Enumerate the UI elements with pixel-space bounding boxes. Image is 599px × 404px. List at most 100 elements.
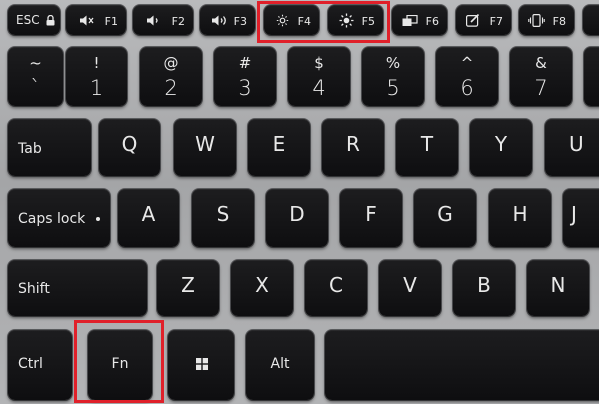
brightness-up-icon	[339, 13, 354, 28]
key-3-shift-label: #	[238, 54, 252, 72]
key-j-label: J	[571, 202, 577, 226]
key-caps-lock-label: Caps lock	[18, 211, 86, 227]
key-5-label: 5	[386, 76, 400, 100]
caps-lock-indicator-icon	[96, 217, 100, 221]
key-shift[interactable]: Shift	[8, 260, 147, 316]
key-t[interactable]: T	[396, 119, 458, 176]
windows-logo-icon	[196, 358, 208, 370]
key-ctrl[interactable]: Ctrl	[8, 330, 72, 400]
key-q-label: Q	[121, 132, 138, 156]
key-f5[interactable]: F5	[328, 5, 383, 35]
key-1-shift-label: !	[93, 54, 100, 72]
key-g-label: G	[437, 202, 453, 226]
key-f1-label: F1	[104, 15, 118, 28]
key-f6[interactable]: F6	[392, 5, 447, 35]
display-switch-icon	[402, 15, 418, 26]
key-1[interactable]: ! 1	[66, 47, 127, 106]
key-2[interactable]: @ 2	[140, 47, 202, 106]
key-z-label: Z	[181, 273, 195, 297]
key-f2[interactable]: F2	[133, 5, 193, 35]
key-w[interactable]: W	[174, 119, 236, 176]
key-f3-label: F3	[233, 15, 247, 28]
key-s[interactable]: S	[192, 189, 254, 247]
key-1-label: 1	[89, 76, 104, 100]
screen-edit-icon	[466, 14, 480, 27]
key-c[interactable]: C	[305, 260, 367, 316]
key-tilde-shift-label: ~	[29, 54, 42, 72]
key-4[interactable]: $ 4	[288, 47, 350, 106]
key-a-label: A	[141, 202, 156, 226]
key-3[interactable]: # 3	[214, 47, 276, 106]
key-f7[interactable]: F7	[456, 5, 511, 35]
key-d[interactable]: D	[266, 189, 328, 247]
key-esc[interactable]: ESC	[8, 5, 60, 35]
key-x[interactable]: X	[231, 260, 293, 316]
key-x-label: X	[255, 273, 269, 297]
key-6-shift-label: ^	[460, 54, 474, 72]
key-r[interactable]: R	[322, 119, 384, 176]
key-e[interactable]: E	[248, 119, 310, 176]
key-a[interactable]: A	[118, 189, 179, 247]
key-ctrl-label: Ctrl	[18, 356, 43, 372]
key-f7-label: F7	[489, 15, 503, 28]
key-tilde[interactable]: ~ `	[8, 47, 63, 106]
key-shift-label: Shift	[18, 281, 50, 297]
key-5[interactable]: % 5	[362, 47, 424, 106]
key-h-label: H	[512, 202, 528, 226]
key-alt[interactable]: Alt	[246, 330, 314, 400]
key-f[interactable]: F	[340, 189, 402, 247]
phone-vibrate-icon	[528, 14, 545, 27]
laptop-keyboard: ESC F1 F2 F3 F4 F5 F6 F7 F8 ~ ` ! 1 @ 2 …	[0, 0, 599, 404]
key-5-shift-label: %	[385, 54, 401, 72]
key-f9-partial[interactable]	[583, 5, 599, 35]
key-alt-label: Alt	[270, 356, 290, 372]
key-y[interactable]: Y	[470, 119, 532, 176]
key-windows[interactable]	[168, 330, 234, 400]
key-8-partial[interactable]	[584, 47, 599, 106]
key-n[interactable]: N	[527, 260, 589, 316]
brightness-down-icon	[276, 14, 289, 27]
key-h[interactable]: H	[489, 189, 551, 247]
key-f8-label: F8	[552, 15, 566, 28]
key-tab-label: Tab	[18, 141, 42, 157]
key-4-label: 4	[312, 76, 326, 100]
key-7[interactable]: & 7	[510, 47, 572, 106]
key-7-label: 7	[534, 76, 548, 100]
key-u[interactable]: U	[545, 119, 599, 176]
key-r-label: R	[346, 132, 360, 156]
key-v[interactable]: V	[379, 260, 441, 316]
key-6[interactable]: ^ 6	[436, 47, 498, 106]
key-j[interactable]: J	[563, 189, 599, 247]
key-s-label: S	[216, 202, 230, 226]
key-c-label: C	[329, 273, 343, 297]
key-b-label: B	[477, 273, 491, 297]
key-f4-label: F4	[297, 15, 311, 28]
key-n-label: N	[550, 273, 566, 297]
key-f3[interactable]: F3	[200, 5, 255, 35]
key-6-label: 6	[460, 76, 474, 100]
key-f8[interactable]: F8	[519, 5, 574, 35]
key-u-label: U	[569, 132, 584, 156]
key-space[interactable]	[325, 330, 599, 400]
key-tilde-label: `	[30, 76, 41, 100]
key-z[interactable]: Z	[157, 260, 219, 316]
key-2-label: 2	[164, 76, 178, 100]
key-f4[interactable]: F4	[264, 5, 319, 35]
speaker-mute-icon	[80, 15, 94, 26]
key-f2-label: F2	[171, 15, 185, 28]
key-esc-label: ESC	[16, 13, 40, 27]
key-t-label: T	[420, 132, 434, 156]
key-g[interactable]: G	[414, 189, 476, 247]
key-d-label: D	[289, 202, 305, 226]
speaker-high-icon	[212, 15, 226, 26]
key-b[interactable]: B	[453, 260, 515, 316]
key-f5-label: F5	[361, 15, 375, 28]
key-v-label: V	[403, 273, 417, 297]
key-fn[interactable]: Fn	[88, 330, 152, 400]
speaker-low-icon	[147, 15, 158, 26]
key-caps-lock[interactable]: Caps lock	[8, 189, 110, 247]
key-q[interactable]: Q	[99, 119, 160, 176]
key-tab[interactable]: Tab	[8, 119, 91, 176]
lock-icon	[46, 15, 55, 26]
key-f1[interactable]: F1	[66, 5, 126, 35]
